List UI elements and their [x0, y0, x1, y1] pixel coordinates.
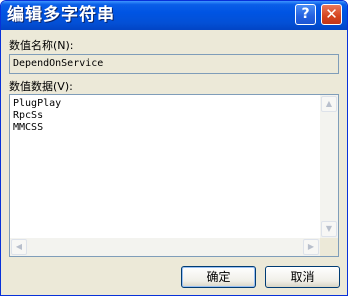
- scroll-up-button[interactable]: ▲: [321, 96, 337, 112]
- close-icon: ✕: [325, 5, 338, 23]
- vertical-scrollbar[interactable]: ▲ ▼: [320, 95, 338, 238]
- arrow-up-icon: ▲: [325, 99, 333, 108]
- help-button[interactable]: ?: [295, 4, 316, 25]
- dialog-title: 编辑多字符串: [7, 5, 115, 25]
- arrow-down-icon: ▼: [325, 224, 333, 233]
- title-bar[interactable]: 编辑多字符串 ? ✕: [1, 1, 347, 30]
- value-name-label: 数值名称(N):: [9, 39, 74, 52]
- value-data-label: 数值数据(V):: [9, 80, 73, 93]
- scroll-down-button[interactable]: ▼: [321, 221, 337, 237]
- arrow-left-icon: ◀: [15, 242, 23, 251]
- value-data-textarea[interactable]: PlugPlay RpcSs MMCSS ▲ ▼ ◀ ▶: [9, 94, 339, 257]
- arrow-right-icon: ▶: [307, 242, 315, 251]
- close-button[interactable]: ✕: [321, 4, 342, 25]
- ok-button[interactable]: 确定: [181, 266, 256, 288]
- scroll-right-button[interactable]: ▶: [303, 239, 319, 255]
- scrollbar-corner: [320, 238, 338, 256]
- value-name-text: DependOnService: [13, 58, 104, 69]
- value-data-text[interactable]: PlugPlay RpcSs MMCSS: [13, 98, 61, 134]
- value-name-field: DependOnService: [9, 54, 339, 74]
- help-icon: ?: [301, 6, 310, 22]
- scroll-left-button[interactable]: ◀: [11, 239, 27, 255]
- horizontal-scrollbar[interactable]: ◀ ▶: [10, 238, 320, 256]
- edit-multi-string-dialog: 编辑多字符串 ? ✕ 数值名称(N): DependOnService 数值数据…: [0, 0, 348, 296]
- cancel-button[interactable]: 取消: [265, 266, 340, 288]
